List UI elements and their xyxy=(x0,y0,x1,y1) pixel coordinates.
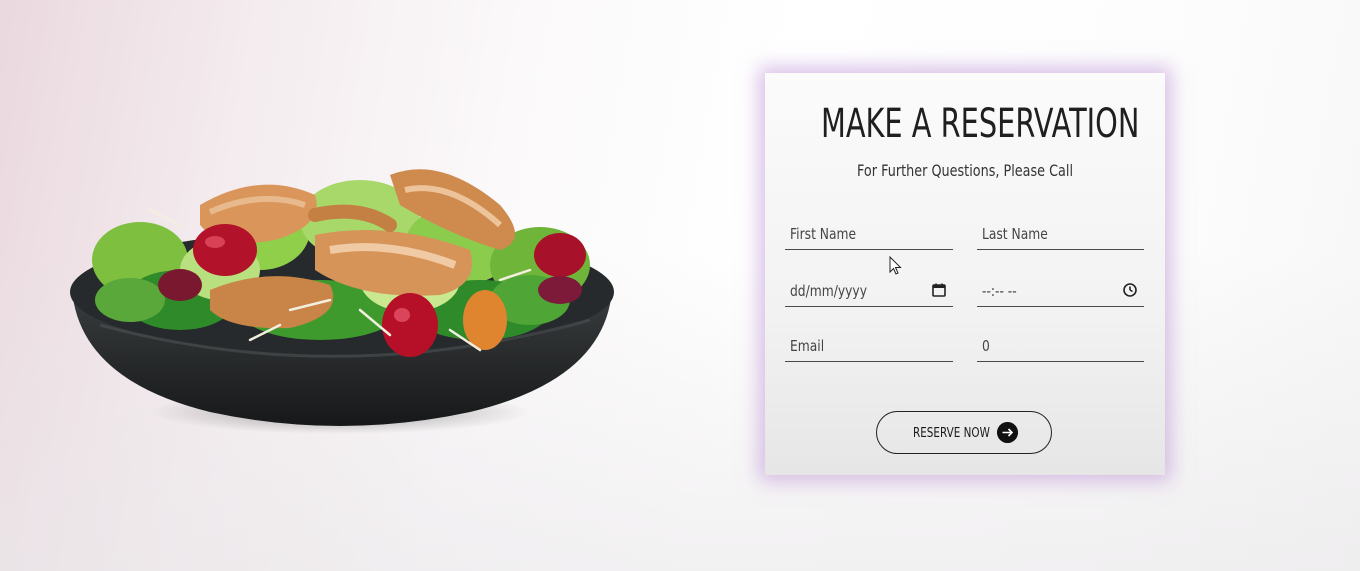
arrow-right-icon xyxy=(997,422,1018,443)
guests-number-input[interactable]: 0 xyxy=(977,331,1144,362)
reservation-card: MAKE A RESERVATION For Further Questions… xyxy=(765,73,1165,475)
reservation-subtitle: For Further Questions, Please Call xyxy=(857,161,1073,180)
date-input[interactable]: dd/mm/yyyy xyxy=(785,276,953,307)
mouse-cursor-icon xyxy=(889,256,902,275)
reservation-title: MAKE A RESERVATION xyxy=(821,101,1140,147)
email-placeholder: Email xyxy=(790,337,825,355)
reserve-now-button[interactable]: RESERVE NOW xyxy=(876,411,1052,454)
email-input[interactable]: Email xyxy=(785,331,953,362)
time-placeholder: --:-- -- xyxy=(982,282,1017,300)
reserve-now-label: RESERVE NOW xyxy=(913,426,990,441)
clock-icon[interactable] xyxy=(1122,282,1138,298)
salad-bowl-image xyxy=(70,169,614,434)
calendar-icon[interactable] xyxy=(931,282,947,298)
last-name-input[interactable]: Last Name xyxy=(977,219,1144,250)
time-input[interactable]: --:-- -- xyxy=(977,276,1144,307)
last-name-placeholder: Last Name xyxy=(982,225,1048,243)
first-name-placeholder: First Name xyxy=(790,225,857,243)
first-name-input[interactable]: First Name xyxy=(785,219,953,250)
guests-value: 0 xyxy=(982,337,990,355)
date-placeholder: dd/mm/yyyy xyxy=(790,282,867,300)
